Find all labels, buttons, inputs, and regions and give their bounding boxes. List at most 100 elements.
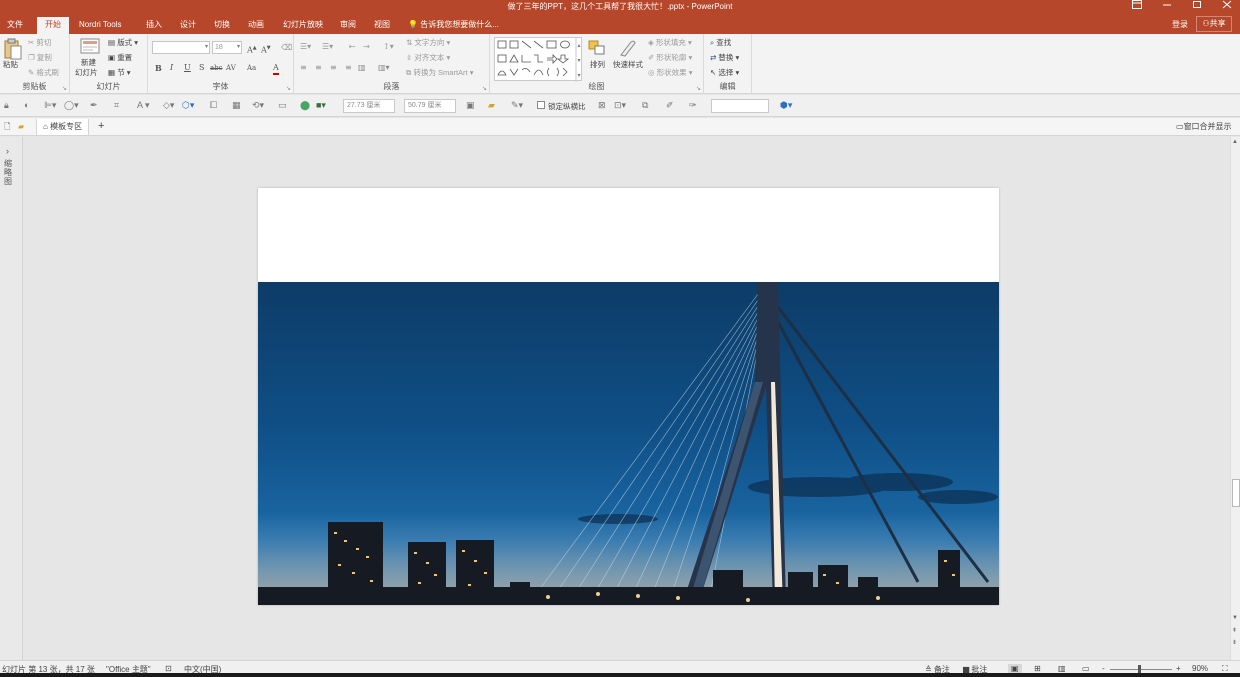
arrange-button[interactable]: 排列 [590,60,605,70]
blank-dropdown[interactable] [711,99,769,113]
shrink-font-icon[interactable]: A▼ [261,43,271,56]
new-slide-label-1[interactable]: 新建 [81,58,96,68]
cut-button[interactable]: ✂ 剪切 [28,38,51,48]
vertical-scrollbar[interactable]: ▲ ▼ ⇞ ⇟ [1230,137,1240,660]
replace-button[interactable]: ⇄ 替换 ▾ [710,53,739,63]
copy-button[interactable]: ❐ 复制 [28,53,52,63]
restore-icon[interactable] [1182,0,1212,14]
quick-styles-icon[interactable] [618,39,638,62]
fill-color-icon[interactable]: ◇▾ [163,100,174,111]
template-tab[interactable]: ⌂ 模板专区 [36,119,90,135]
scroll-up-icon[interactable]: ▲ [1232,139,1238,145]
reset-button[interactable]: ▣ 重置 [108,53,132,63]
shape-fill-button[interactable]: ◈ 形状填充 ▾ [648,38,692,48]
more-tools-icon[interactable]: ⬢▾ [780,100,792,111]
shape-outline-button[interactable]: ✐ 形状轮廓 ▾ [648,53,692,63]
crop-icon[interactable]: ⧠ [210,100,217,111]
ribbon-display-icon[interactable] [1122,0,1152,14]
zoom-in-button[interactable]: + [1176,664,1181,673]
picture-icon[interactable]: ▣ [466,100,475,111]
bullets-icon[interactable]: ☰▾ [300,42,311,52]
lock-ratio-checkbox[interactable] [537,101,545,109]
font-name-combo[interactable]: ▾ [152,41,210,54]
new-slide-label-2[interactable]: 幻灯片 [75,68,98,78]
group-icon[interactable]: ▦ [232,100,241,111]
font-color-button[interactable]: A [273,63,279,75]
bridge-photo[interactable] [258,282,999,605]
width-field[interactable]: 27.73 厘米 [343,99,395,113]
slide-sorter-icon[interactable]: ⊞ [1034,664,1041,673]
shape-icon[interactable]: ◯▾ [64,100,79,111]
underline-button[interactable]: U [184,63,191,73]
shadow-button[interactable]: S [199,63,204,73]
minimize-icon[interactable] [1152,0,1182,14]
layers-icon[interactable]: ⧉ [642,100,648,111]
tab-home[interactable]: 开始 [37,17,69,34]
tab-insert[interactable]: 插入 [140,17,168,34]
lock-icon[interactable]: 🔒︎ [4,100,9,111]
strikethrough-button[interactable]: abc [210,63,223,73]
change-case-button[interactable]: Aa [247,63,256,73]
paste-button[interactable]: 粘贴 [3,60,18,70]
decrease-indent-icon[interactable]: ⇤ [349,42,356,52]
distribute-icon[interactable]: ▥ [358,63,366,73]
layout-button[interactable]: ▤ 版式 ▾ [108,38,138,48]
zoom-out-button[interactable]: - [1102,664,1105,673]
next-slide-icon[interactable]: ⇟ [1232,639,1237,646]
dialog-launcher-icon[interactable]: ↘ [482,85,487,92]
dialog-launcher-icon[interactable]: ↘ [62,85,67,92]
font-size-combo[interactable]: 18 ▾ [212,41,242,54]
italic-button[interactable]: I [170,63,173,73]
format-painter-button[interactable]: ✎ 格式刷 [28,68,59,78]
numbering-icon[interactable]: ☰▾ [322,42,333,52]
justify-icon[interactable]: ≡ [345,63,352,73]
bold-button[interactable]: B [155,63,162,73]
align-center-icon[interactable]: ≡ [315,63,322,73]
clear-format-icon[interactable]: ⌫ [281,43,292,53]
close-box-icon[interactable]: ⊠ [598,100,606,111]
shadow-icon[interactable]: ◐ [24,100,29,111]
rotate-icon[interactable]: ⟲▾ [252,100,264,111]
share-button[interactable]: ⚇共享 [1196,16,1232,32]
merge-window-button[interactable]: ▭窗口合并显示 [1176,119,1232,135]
convert-smartart-button[interactable]: ⧉ 转换为 SmartArt ▾ [406,68,473,78]
current-slide[interactable] [258,188,999,605]
align-left-icon[interactable]: ≡ [300,63,307,73]
color-picker-icon[interactable]: ■▾ [316,100,326,111]
text-style-icon[interactable]: A ▾ [137,100,150,111]
align-text-button[interactable]: ⇳ 对齐文本 ▾ [406,53,450,63]
dialog-launcher-icon[interactable]: ↘ [286,85,291,92]
reading-view-icon[interactable]: ▥ [1058,664,1066,673]
prev-slide-icon[interactable]: ⇞ [1232,627,1237,634]
tab-transitions[interactable]: 切换 [208,17,236,34]
increase-indent-icon[interactable]: ⇥ [363,42,370,52]
columns-icon[interactable]: ▥▾ [378,63,390,73]
tab-nordri-tools[interactable]: Nordri Tools [73,17,128,34]
tab-view[interactable]: 视图 [368,17,396,34]
align-objects-icon[interactable]: ⊫▾ [44,100,56,111]
zoom-level[interactable]: 90% [1192,664,1208,673]
folder-image-icon[interactable]: ▰ [488,100,495,111]
mask-icon[interactable]: ⊡▾ [614,100,626,111]
line-spacing-icon[interactable]: ↕▾ [383,42,394,52]
find-button[interactable]: ⌕ 查找 [710,38,731,48]
frame-icon[interactable]: ▭ [278,100,287,111]
new-slide-icon[interactable] [80,38,100,59]
char-spacing-button[interactable]: AV [226,63,236,73]
tab-design[interactable]: 设计 [174,17,202,34]
select-button[interactable]: ↖ 选择 ▾ [710,68,739,78]
shapes-gallery[interactable]: ▴ ▾ ▾ [494,37,582,82]
circle-fill-icon[interactable]: ⬤ [300,100,310,111]
tab-animations[interactable]: 动画 [242,17,270,34]
new-doc-icon[interactable]: 🗋︎ [4,119,10,135]
align-right-icon[interactable]: ≡ [330,63,337,73]
quick-styles-button[interactable]: 快速样式 [613,60,643,70]
close-icon[interactable] [1212,0,1240,14]
login-link[interactable]: 登录 [1172,19,1188,30]
text-direction-button[interactable]: ⇅ 文字方向 ▾ [406,38,450,48]
tab-file[interactable]: 文件 [1,17,29,34]
shape-effects-button[interactable]: ◎ 形状效果 ▾ [648,68,693,78]
eyedropper-icon[interactable]: ✒ [90,100,98,111]
spellcheck-icon[interactable]: ⊡ [165,664,172,673]
add-tab-button[interactable]: + [98,119,104,135]
